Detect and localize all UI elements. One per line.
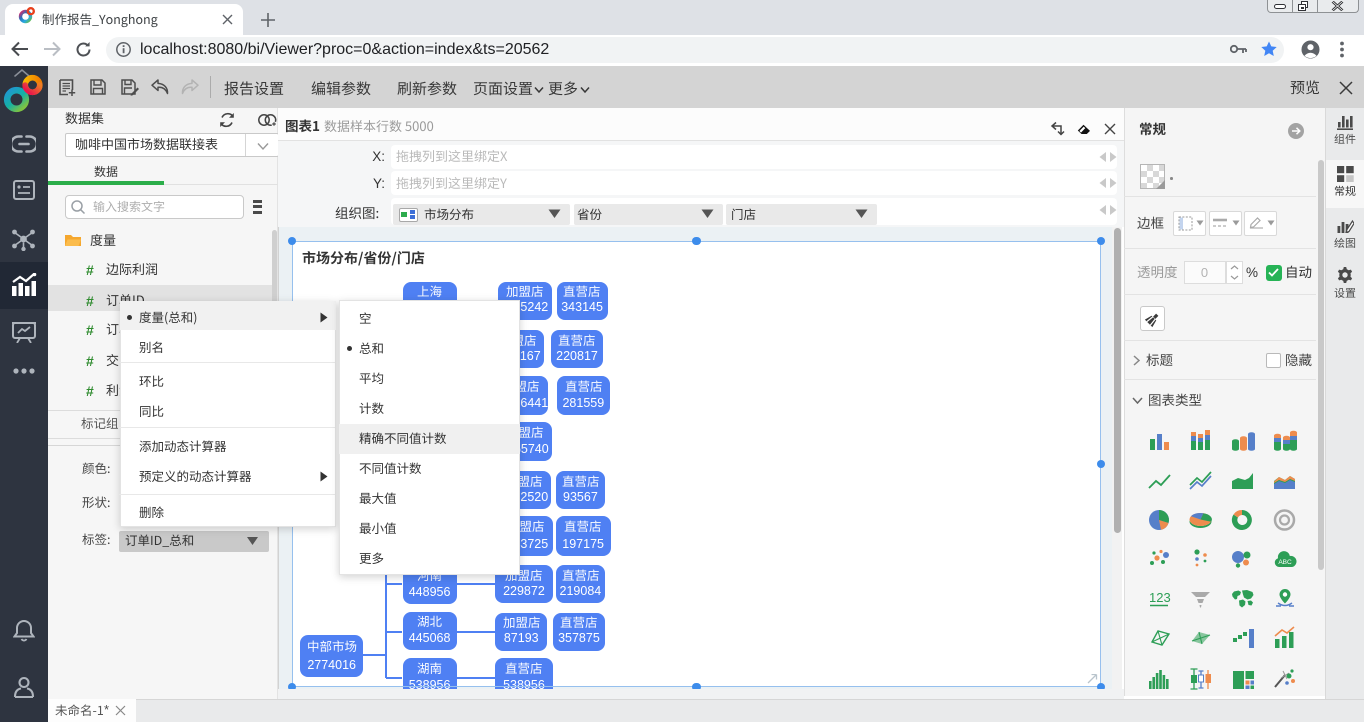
svg-text:ABC: ABC	[1278, 559, 1292, 566]
svg-text:123: 123	[1149, 590, 1171, 605]
